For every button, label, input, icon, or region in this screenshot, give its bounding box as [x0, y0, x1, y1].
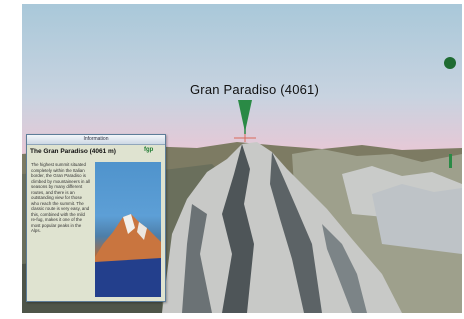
info-panel-heading: The Gran Paradiso (4061 m) — [30, 148, 116, 155]
photo-foreground — [95, 258, 161, 297]
screenshot-frame: Gran Paradiso (4061) Information The Gra… — [0, 0, 464, 319]
info-panel[interactable]: Information The Gran Paradiso (4061 m) f… — [26, 134, 166, 302]
photo-render — [95, 214, 161, 297]
info-panel-titlebar[interactable]: Information — [27, 135, 165, 145]
park-logo-icon: fgp — [144, 147, 154, 153]
right-glacier — [372, 184, 462, 254]
distant-marker-icon[interactable] — [444, 57, 456, 69]
info-panel-description: The highest summit situated completely w… — [31, 162, 91, 233]
marker-pin-icon[interactable] — [238, 100, 252, 132]
mountain-photo — [95, 162, 161, 297]
post-marker-icon[interactable] — [449, 154, 452, 168]
summit-marker[interactable] — [234, 100, 256, 142]
peak-label[interactable]: Gran Paradiso (4061) — [190, 82, 319, 97]
